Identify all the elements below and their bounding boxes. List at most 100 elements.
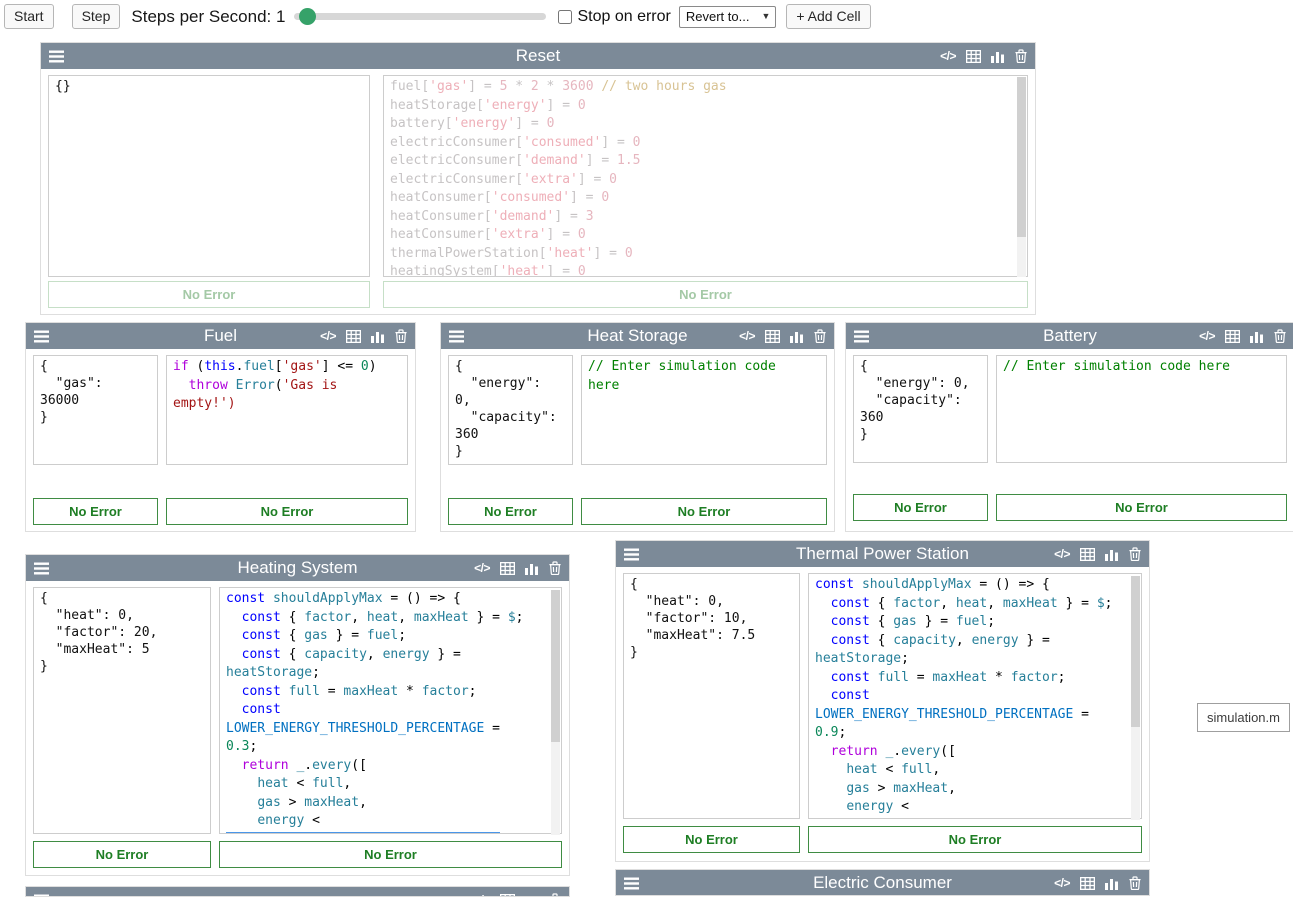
menu-icon[interactable]	[34, 562, 49, 575]
table-view-icon[interactable]	[765, 330, 780, 343]
menu-icon[interactable]	[34, 330, 49, 343]
cell-partial-bottom: </>	[25, 886, 570, 897]
code-editor[interactable]: // Enter simulation code here	[996, 355, 1287, 463]
chart-view-icon[interactable]	[371, 330, 385, 343]
table-view-icon[interactable]	[346, 330, 361, 343]
cell-header: Thermal Power Station </>	[616, 541, 1149, 567]
state-editor[interactable]: { "energy": 0, "capacity": 360 }	[448, 355, 573, 465]
menu-icon[interactable]	[624, 548, 639, 561]
state-status: No Error	[448, 498, 573, 525]
cell-header: Reset </>	[41, 43, 1035, 69]
menu-icon[interactable]	[449, 330, 464, 343]
chart-view-icon[interactable]	[1105, 548, 1119, 561]
cell-header-actions: </>	[940, 49, 1027, 63]
code-editor[interactable]: const shouldApplyMax = () => { const { f…	[808, 573, 1142, 819]
trash-icon[interactable]	[1274, 329, 1286, 343]
code-view-icon[interactable]: </>	[320, 329, 336, 343]
code-editor[interactable]: const shouldApplyMax = () => { const { f…	[219, 587, 562, 834]
cell-header: Electric Consumer </>	[616, 870, 1149, 896]
code-editor[interactable]: // Enter simulation codehere	[581, 355, 827, 465]
cell-header: Heat Storage </>	[441, 323, 834, 349]
stop-on-error-label: Stop on error	[577, 8, 670, 26]
code-view-icon[interactable]: </>	[1199, 329, 1215, 343]
code-status: No Error	[166, 498, 408, 525]
scrollbar-thumb[interactable]	[551, 590, 560, 742]
chart-view-icon[interactable]	[525, 562, 539, 575]
state-editor[interactable]: { "heat": 0, "factor": 20, "maxHeat": 5 …	[33, 587, 211, 834]
state-status: No Error	[33, 841, 211, 868]
trash-icon[interactable]	[549, 893, 561, 897]
code-view-icon[interactable]: </>	[474, 893, 490, 897]
scrollbar[interactable]	[1017, 77, 1026, 277]
code-status: No Error	[996, 494, 1287, 521]
slider-track[interactable]	[294, 13, 546, 20]
menu-icon[interactable]	[49, 50, 64, 63]
table-view-icon[interactable]	[1080, 877, 1095, 890]
state-status: No Error	[48, 281, 370, 308]
steps-per-second-value: 1	[276, 7, 285, 26]
speed-slider[interactable]	[294, 8, 546, 25]
menu-icon[interactable]	[624, 877, 639, 890]
code-editor[interactable]: fuel['gas'] = 5 * 2 * 3600 // two hours …	[383, 75, 1028, 277]
start-button[interactable]: Start	[4, 4, 54, 29]
code-view-icon[interactable]: </>	[474, 561, 490, 575]
chart-view-icon[interactable]	[525, 894, 539, 897]
stop-on-error-checkbox[interactable]	[558, 10, 572, 24]
code-editor[interactable]: if (this.fuel['gas'] <= 0) throw Error('…	[166, 355, 408, 465]
cell-header: Battery </>	[846, 323, 1293, 349]
trash-icon[interactable]	[814, 329, 826, 343]
state-editor[interactable]: { "energy": 0, "capacity": 360 }	[853, 355, 988, 463]
add-cell-button[interactable]: + Add Cell	[786, 4, 870, 29]
state-editor[interactable]: { "heat": 0, "factor": 10, "maxHeat": 7.…	[623, 573, 800, 819]
table-view-icon[interactable]	[1080, 548, 1095, 561]
cell-reset: Reset </> {} fuel['gas'] = 5 * 2 * 3600 …	[40, 42, 1036, 315]
slider-knob[interactable]	[299, 8, 316, 25]
table-view-icon[interactable]	[500, 894, 515, 897]
cell-header-actions: </>	[739, 329, 826, 343]
code-view-icon[interactable]: </>	[940, 49, 956, 63]
scrollbar-thumb[interactable]	[1017, 77, 1026, 237]
trash-icon[interactable]	[1015, 49, 1027, 63]
scrollbar[interactable]	[1131, 576, 1140, 820]
steps-per-second-label: Steps per Second: 1	[131, 7, 285, 27]
code-status: No Error	[581, 498, 827, 525]
state-editor[interactable]: {}	[48, 75, 370, 277]
menu-icon[interactable]	[854, 330, 869, 343]
menu-icon[interactable]	[34, 894, 49, 897]
cell-header-actions: </>	[474, 561, 561, 575]
chart-view-icon[interactable]	[1250, 330, 1264, 343]
stop-on-error-option[interactable]: Stop on error	[558, 8, 670, 26]
chart-view-icon[interactable]	[790, 330, 804, 343]
table-view-icon[interactable]	[1225, 330, 1240, 343]
cell-title: Reset	[41, 43, 1035, 69]
trash-icon[interactable]	[1129, 876, 1141, 890]
chart-view-icon[interactable]	[1105, 877, 1119, 890]
cell-header-actions: </>	[474, 893, 561, 897]
table-view-icon[interactable]	[966, 50, 981, 63]
state-status: No Error	[623, 826, 800, 853]
revert-select[interactable]: Revert to... ▼	[679, 6, 777, 28]
code-view-icon[interactable]: </>	[1054, 876, 1070, 890]
chart-view-icon[interactable]	[991, 50, 1005, 63]
cell-header-actions: </>	[1054, 547, 1141, 561]
scrollbar[interactable]	[551, 590, 560, 835]
code-view-icon[interactable]: </>	[1054, 547, 1070, 561]
app-root: Start Step Steps per Second: 1 Stop on e…	[0, 0, 1293, 897]
tooltip: simulation.m	[1197, 703, 1290, 732]
cell-heat-storage: Heat Storage </> { "energy": 0, "capacit…	[440, 322, 835, 532]
state-editor[interactable]: { "gas": 36000 }	[33, 355, 158, 465]
step-button[interactable]: Step	[72, 4, 121, 29]
state-status: No Error	[33, 498, 158, 525]
cell-header: </>	[26, 887, 569, 897]
revert-select-value: Revert to...	[686, 9, 750, 24]
trash-icon[interactable]	[1129, 547, 1141, 561]
table-view-icon[interactable]	[500, 562, 515, 575]
trash-icon[interactable]	[395, 329, 407, 343]
trash-icon[interactable]	[549, 561, 561, 575]
code-view-icon[interactable]: </>	[739, 329, 755, 343]
scrollbar-thumb[interactable]	[1131, 576, 1140, 727]
cell-thermal-power-station: Thermal Power Station </> { "heat": 0, "…	[615, 540, 1150, 862]
chevron-down-icon: ▼	[761, 11, 770, 21]
cell-header-actions: </>	[1199, 329, 1286, 343]
code-status: No Error	[383, 281, 1028, 308]
